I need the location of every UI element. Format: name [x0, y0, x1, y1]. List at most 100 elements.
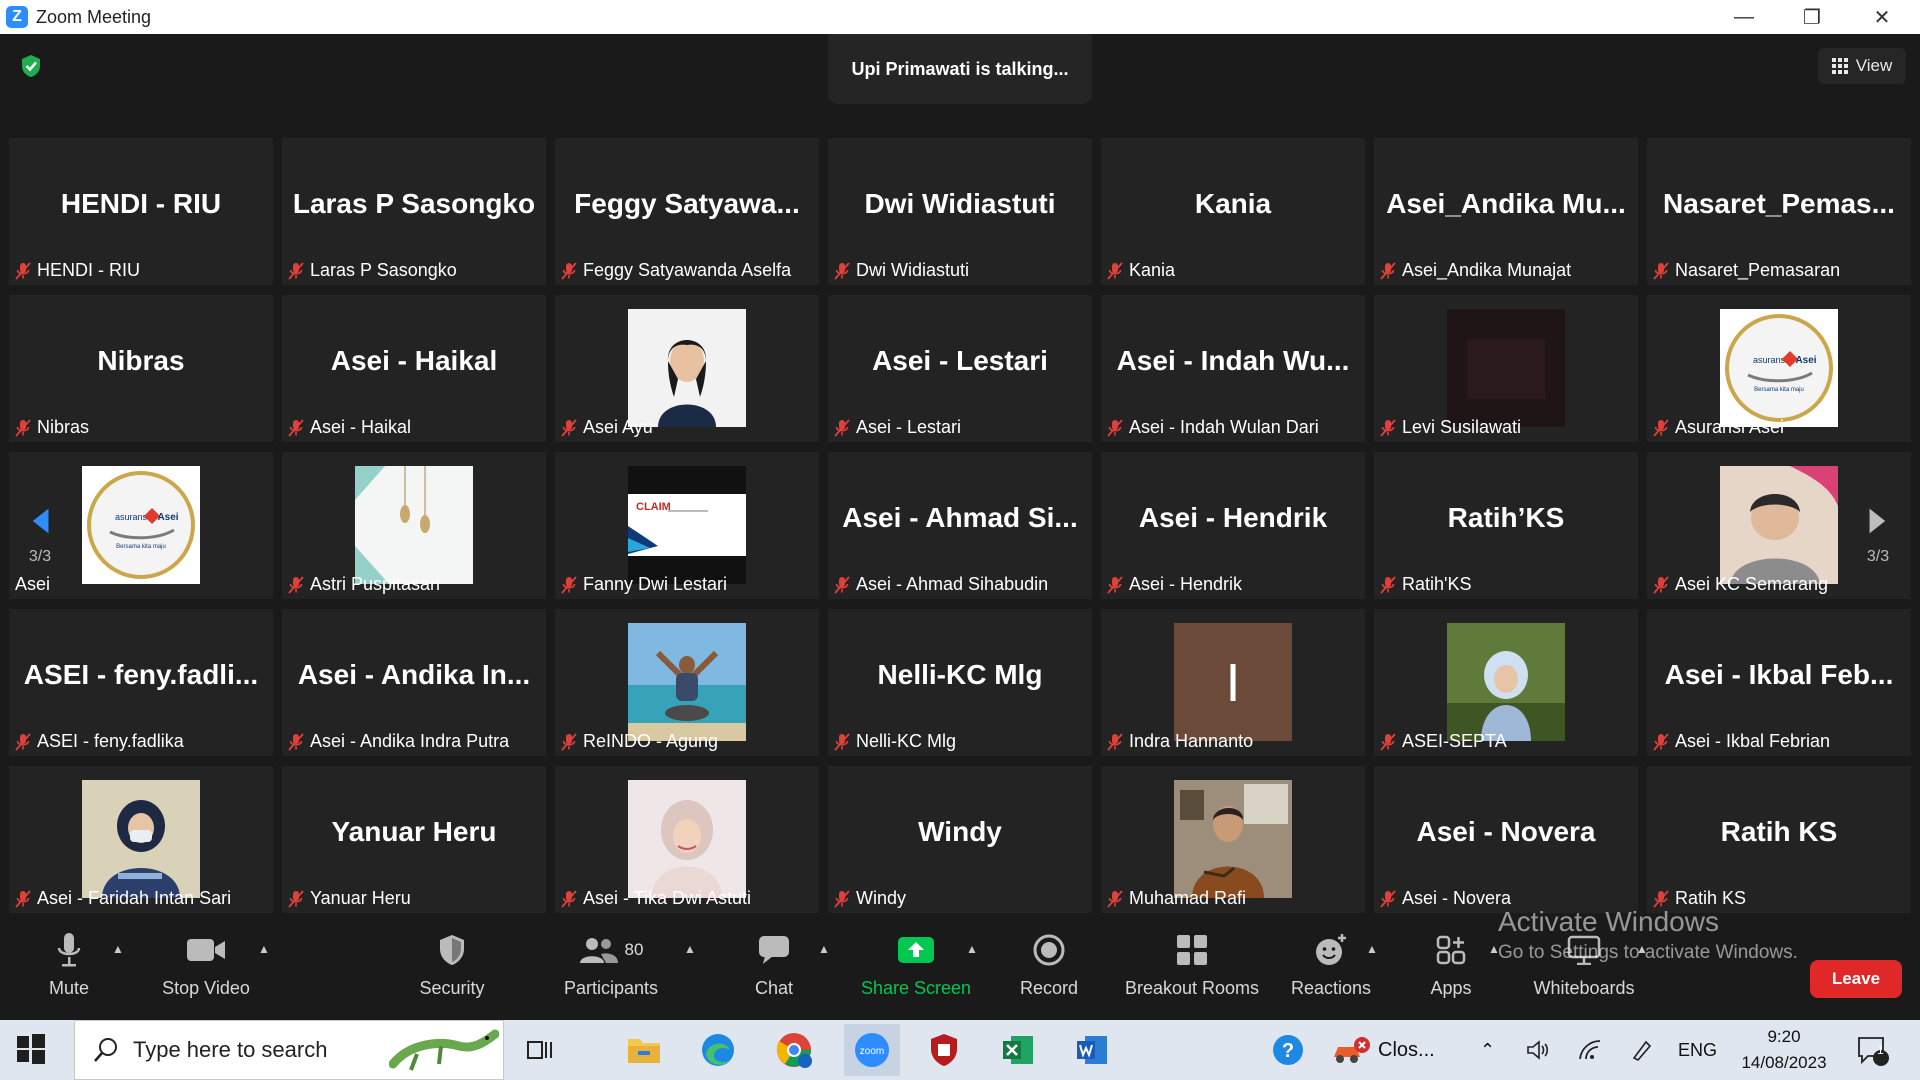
word-icon[interactable] [1070, 1028, 1114, 1072]
record-button[interactable]: Record [1016, 928, 1082, 1018]
participant-tile[interactable]: Astri Puspitasari [282, 452, 546, 599]
security-button[interactable]: Security [412, 928, 492, 1018]
participant-tile[interactable]: Asei - Ahmad Si... Asei - Ahmad Sihabudin [828, 452, 1092, 599]
svg-text:?: ? [1282, 1040, 1294, 1062]
minimize-button[interactable]: — [1710, 0, 1778, 34]
participant-tile[interactable]: Asei_Andika Mu... Asei_Andika Munajat [1374, 138, 1638, 285]
help-question-icon[interactable]: ? [1266, 1028, 1310, 1072]
task-view-icon[interactable] [518, 1028, 562, 1072]
excel-icon[interactable] [996, 1028, 1040, 1072]
muted-microphone-icon [1653, 261, 1669, 280]
notifications-button[interactable]: 1 [1856, 1020, 1890, 1080]
chrome-browser-icon[interactable] [772, 1028, 816, 1072]
participant-tile[interactable]: Asei - Lestari Asei - Lestari [828, 295, 1092, 442]
participant-tile[interactable]: Asei - Haikal Asei - Haikal [282, 295, 546, 442]
close-button[interactable]: ✕ [1848, 0, 1916, 34]
microphone-icon [57, 933, 81, 967]
leave-button[interactable]: Leave [1810, 960, 1902, 998]
share-options-chevron-icon[interactable]: ▲ [966, 942, 978, 956]
language-indicator[interactable]: ENG [1678, 1020, 1717, 1080]
participant-tile[interactable]: Nasaret_Pemas... Nasaret_Pemasaran [1647, 138, 1911, 285]
participant-name: Asuransi Asei [1675, 417, 1785, 437]
participant-tile[interactable]: Asei - Novera Asei - Novera [1374, 766, 1638, 913]
participant-tile[interactable]: ReINDO - Agung [555, 609, 819, 756]
taskbar-clock[interactable]: 9:20 14/08/2023 [1734, 1024, 1834, 1076]
participant-tile[interactable]: Asei - Andika In... Asei - Andika Indra P… [282, 609, 546, 756]
participant-tile[interactable]: Laras P Sasongko Laras P Sasongko [282, 138, 546, 285]
audio-options-chevron-icon[interactable]: ▲ [112, 942, 124, 956]
breakout-rooms-button[interactable]: Breakout Rooms [1120, 928, 1264, 1018]
participant-tile[interactable]: Asei - Tika Dwi Astuti [555, 766, 819, 913]
wifi-icon[interactable] [1578, 1020, 1602, 1080]
participants-count: 80 [624, 940, 644, 959]
muted-microphone-icon [1107, 732, 1123, 751]
apps-button[interactable]: Apps [1424, 928, 1478, 1018]
participant-tile[interactable]: I Indra Hannanto [1101, 609, 1365, 756]
volume-icon[interactable] [1526, 1020, 1550, 1080]
participant-tile[interactable]: Muhamad Rafi [1101, 766, 1365, 913]
participant-display-name: HENDI - RIU [60, 188, 222, 219]
participant-tile[interactable]: Asei - Indah Wu... Asei - Indah Wulan Dar… [1101, 295, 1365, 442]
share-screen-button[interactable]: Share Screen [860, 928, 972, 1018]
participant-name-label: Asei [15, 574, 50, 595]
participant-name: Asei_Andika Munajat [1402, 260, 1572, 280]
participant-tile[interactable]: HENDI - RIU HENDI - RIU [9, 138, 273, 285]
participant-tile[interactable]: Asei - Ikbal Feb... Asei - Ikbal Febrian [1647, 609, 1911, 756]
next-page-button[interactable]: 3/3 [1858, 506, 1898, 566]
chat-options-chevron-icon[interactable]: ▲ [818, 942, 830, 956]
taskbar-search-box[interactable]: Type here to search [74, 1020, 504, 1080]
view-button[interactable]: View [1818, 48, 1906, 84]
muted-microphone-icon [288, 418, 304, 437]
participant-tile[interactable]: CLAIM Fanny Dwi Lestari [555, 452, 819, 599]
show-hidden-icons-chevron-icon[interactable]: ⌃ [1480, 1020, 1495, 1080]
participant-tile[interactable]: Kania Kania [1101, 138, 1365, 285]
participant-tile[interactable]: Nibras Nibras [9, 295, 273, 442]
whiteboards-label: Whiteboards [1533, 978, 1635, 998]
participant-name: Asei - Tika Dwi Astuti [583, 888, 752, 908]
pen-workspace-icon[interactable] [1630, 1020, 1654, 1080]
restore-button[interactable]: ❐ [1778, 0, 1846, 34]
search-placeholder: Type here to search [133, 1037, 328, 1062]
participant-tile[interactable]: Ratih KS Ratih KS [1647, 766, 1911, 913]
participant-tile[interactable]: Asei Ayu [555, 295, 819, 442]
participant-tile[interactable]: Dwi Widiastuti Dwi Widiastuti [828, 138, 1092, 285]
participant-tile[interactable]: ASEI - feny.fadli... ASEI - feny.fadlika [9, 609, 273, 756]
edge-browser-icon[interactable] [696, 1028, 740, 1072]
participant-name-label: Asei - Andika Indra Putra [288, 731, 509, 752]
active-speaker-banner: Upi Primawati is talking... [828, 34, 1092, 104]
muted-microphone-icon [1107, 575, 1123, 594]
windows-start-icon[interactable] [16, 1034, 46, 1064]
participant-tile[interactable]: Levi Susilawati [1374, 295, 1638, 442]
zoom-app-icon[interactable]: zoom [844, 1024, 900, 1076]
participant-tile[interactable]: ASEI-SEPTA [1374, 609, 1638, 756]
participant-tile[interactable]: Feggy Satyawa... Feggy Satyawanda Aselfa [555, 138, 819, 285]
participant-name-label: Fanny Dwi Lestari [561, 574, 727, 595]
mute-button[interactable]: Mute [36, 928, 102, 1018]
reactions-options-chevron-icon[interactable]: ▲ [1366, 942, 1378, 956]
prev-page-button[interactable]: 3/3 [20, 506, 60, 566]
participant-display-name: Nasaret_Pemas... [1663, 188, 1895, 219]
antivirus-shield-icon[interactable] [922, 1028, 966, 1072]
mute-label: Mute [48, 978, 90, 998]
participant-tile[interactable]: Windy Windy [828, 766, 1092, 913]
participants-options-chevron-icon[interactable]: ▲ [684, 942, 696, 956]
participant-tile[interactable]: Nelli-KC Mlg Nelli-KC Mlg [828, 609, 1092, 756]
muted-microphone-icon [1653, 889, 1669, 908]
reactions-button[interactable]: Reactions [1288, 928, 1374, 1018]
participants-button[interactable]: 80 Participants [556, 928, 666, 1018]
participant-tile[interactable]: Yanuar Heru Yanuar Heru [282, 766, 546, 913]
participant-tile[interactable]: Asei - Faridah Intan Sari [9, 766, 273, 913]
participant-name: Asei - Hendrik [1129, 574, 1243, 594]
encryption-shield-icon[interactable] [20, 54, 42, 78]
participant-tile[interactable]: Asei - Hendrik Asei - Hendrik [1101, 452, 1365, 599]
participant-display-name: Nibras [97, 345, 185, 376]
taskbar-running-task[interactable]: Clos... [1330, 1020, 1435, 1080]
video-options-chevron-icon[interactable]: ▲ [258, 942, 270, 956]
participant-tile[interactable]: asuransi Asei Bersama kita maju Asuransi As… [1647, 295, 1911, 442]
participant-tile[interactable]: Ratih’KS Ratih'KS [1374, 452, 1638, 599]
participant-name: Nibras [37, 417, 90, 437]
chat-button[interactable]: Chat [744, 928, 804, 1018]
stop-video-button[interactable]: Stop Video [156, 928, 256, 1018]
apps-icon [1436, 935, 1466, 965]
file-explorer-icon[interactable] [622, 1028, 666, 1072]
